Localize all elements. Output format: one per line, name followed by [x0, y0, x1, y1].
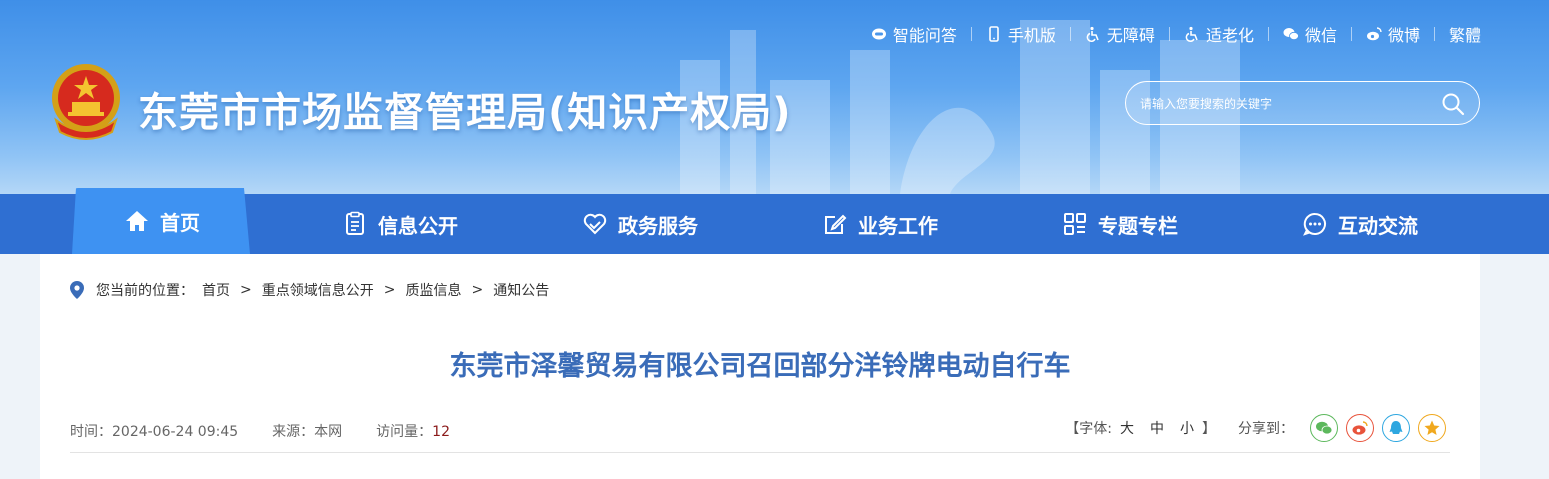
location-pin-icon — [70, 281, 84, 299]
mobile-icon — [989, 26, 999, 42]
breadcrumb-link-notices[interactable]: 通知公告 — [493, 280, 549, 300]
nav-item-label: 政务服务 — [618, 213, 698, 238]
top-link-smart-qa[interactable]: 智能问答 — [871, 22, 957, 46]
top-link-weibo[interactable]: 微博 — [1366, 22, 1420, 46]
font-size-open: 【字体: — [1065, 421, 1112, 437]
divider — [70, 452, 1450, 453]
breadcrumb-separator: > — [471, 282, 484, 298]
weibo-icon — [1352, 421, 1368, 435]
search-icon[interactable] — [1441, 92, 1465, 116]
source-label: 来源： — [272, 424, 315, 440]
breadcrumb: 您当前的位置： 首页 > 重点领域信息公开 > 质监信息 > 通知公告 — [70, 280, 549, 300]
top-link-label: 微信 — [1304, 26, 1337, 45]
share-qq-button[interactable] — [1382, 414, 1410, 442]
views-value: 12 — [432, 424, 450, 440]
top-link-label: 微博 — [1387, 26, 1420, 45]
top-link-label: 繁體 — [1448, 26, 1481, 45]
views-label: 访问量： — [376, 424, 433, 440]
qzone-star-icon — [1424, 420, 1440, 435]
breadcrumb-separator: > — [383, 282, 396, 298]
edit-icon — [825, 214, 847, 234]
article-meta: 时间：2024-06-24 09:45 来源：本网 访问量：12 — [70, 421, 484, 441]
nav-item-label: 互动交流 — [1338, 213, 1418, 238]
top-link-wechat[interactable]: 微信 — [1283, 22, 1337, 46]
view-count: 访问量：12 — [376, 421, 450, 441]
home-icon — [126, 211, 148, 231]
source: 来源：本网 — [272, 421, 342, 441]
heart-service-icon — [583, 213, 607, 235]
breadcrumb-link-home[interactable]: 首页 — [202, 280, 230, 300]
document-icon — [346, 211, 364, 235]
qq-icon — [1389, 421, 1403, 434]
accessibility-icon — [1086, 26, 1099, 42]
top-link-label: 适老化 — [1205, 26, 1254, 45]
breadcrumb-link-key-areas[interactable]: 重点领域信息公开 — [262, 280, 374, 300]
divider — [1350, 27, 1352, 41]
divider — [970, 27, 972, 41]
chat-robot-icon — [871, 28, 886, 40]
font-size-medium-button[interactable]: 中 — [1150, 418, 1164, 438]
nav-item-business-work[interactable]: 业务工作 — [800, 194, 960, 254]
share-label: 分享到： — [1238, 421, 1294, 437]
wechat-icon — [1283, 28, 1299, 41]
font-size-small-button[interactable]: 小 — [1180, 418, 1194, 438]
nav-item-special-topics[interactable]: 专题专栏 — [1040, 194, 1200, 254]
source-value: 本网 — [314, 424, 343, 440]
grid-icon — [1064, 213, 1086, 235]
top-link-label: 智能问答 — [892, 26, 957, 45]
breadcrumb-link-quality-info[interactable]: 质监信息 — [405, 280, 461, 300]
breadcrumb-separator: > — [240, 282, 252, 298]
top-links-bar: 智能问答 手机版 无障碍 适老化 微信 微博 繁體 — [871, 22, 1481, 46]
nav-item-label: 信息公开 — [378, 213, 458, 238]
chat-icon — [1303, 212, 1326, 236]
nav-item-info-disclosure[interactable]: 信息公开 — [320, 194, 480, 254]
share-wechat-button[interactable] — [1310, 414, 1338, 442]
time-label: 时间： — [70, 424, 112, 440]
share-qzone-button[interactable] — [1418, 414, 1446, 442]
nav-item-gov-services[interactable]: 政务服务 — [560, 194, 720, 254]
divider — [1069, 27, 1071, 41]
nav-item-home[interactable]: 首页 — [72, 188, 250, 254]
nav-item-label: 专题专栏 — [1098, 213, 1178, 238]
top-link-elderly[interactable]: 适老化 — [1184, 22, 1254, 46]
breadcrumb-label: 您当前的位置： — [96, 283, 194, 299]
site-title: 东莞市市场监督管理局(知识产权局) — [138, 90, 792, 136]
divider — [1267, 27, 1269, 41]
weibo-icon — [1366, 27, 1382, 41]
top-link-label: 无障碍 — [1106, 26, 1155, 45]
nav-item-label: 首页 — [160, 210, 200, 235]
article-container: 您当前的位置： 首页 > 重点领域信息公开 > 质监信息 > 通知公告 东莞市泽… — [40, 254, 1480, 479]
font-size-close: 】 — [1202, 421, 1216, 437]
font-size-large-button[interactable]: 大 — [1120, 418, 1134, 438]
nav-item-interaction[interactable]: 互动交流 — [1280, 194, 1440, 254]
publish-time: 时间：2024-06-24 09:45 — [70, 421, 238, 441]
search-box — [1125, 81, 1480, 125]
national-emblem-logo — [52, 64, 120, 140]
nav-item-label: 业务工作 — [858, 213, 938, 238]
elderly-icon — [1185, 26, 1198, 42]
top-link-traditional-chinese[interactable]: 繁體 — [1449, 22, 1481, 46]
divider — [1433, 27, 1435, 41]
wechat-icon — [1316, 421, 1333, 435]
article-tools: 【字体: 大 中 小 】 分享到： — [1065, 414, 1446, 442]
top-link-mobile[interactable]: 手机版 — [986, 22, 1056, 46]
article-title: 东莞市泽馨贸易有限公司召回部分洋铃牌电动自行车 — [449, 351, 1071, 382]
search-input[interactable] — [1140, 92, 1430, 116]
main-nav: 首页 信息公开 政务服务 业务工作 专题专栏 互动交流 — [0, 188, 1549, 254]
top-link-accessibility[interactable]: 无障碍 — [1085, 22, 1155, 46]
divider — [1168, 27, 1170, 41]
time-value: 2024-06-24 09:45 — [112, 424, 239, 440]
top-link-label: 手机版 — [1007, 26, 1056, 45]
site-header: 东莞市市场监督管理局(知识产权局) 智能问答 手机版 无障碍 适老化 微信 微博… — [0, 0, 1549, 194]
share-weibo-button[interactable] — [1346, 414, 1374, 442]
